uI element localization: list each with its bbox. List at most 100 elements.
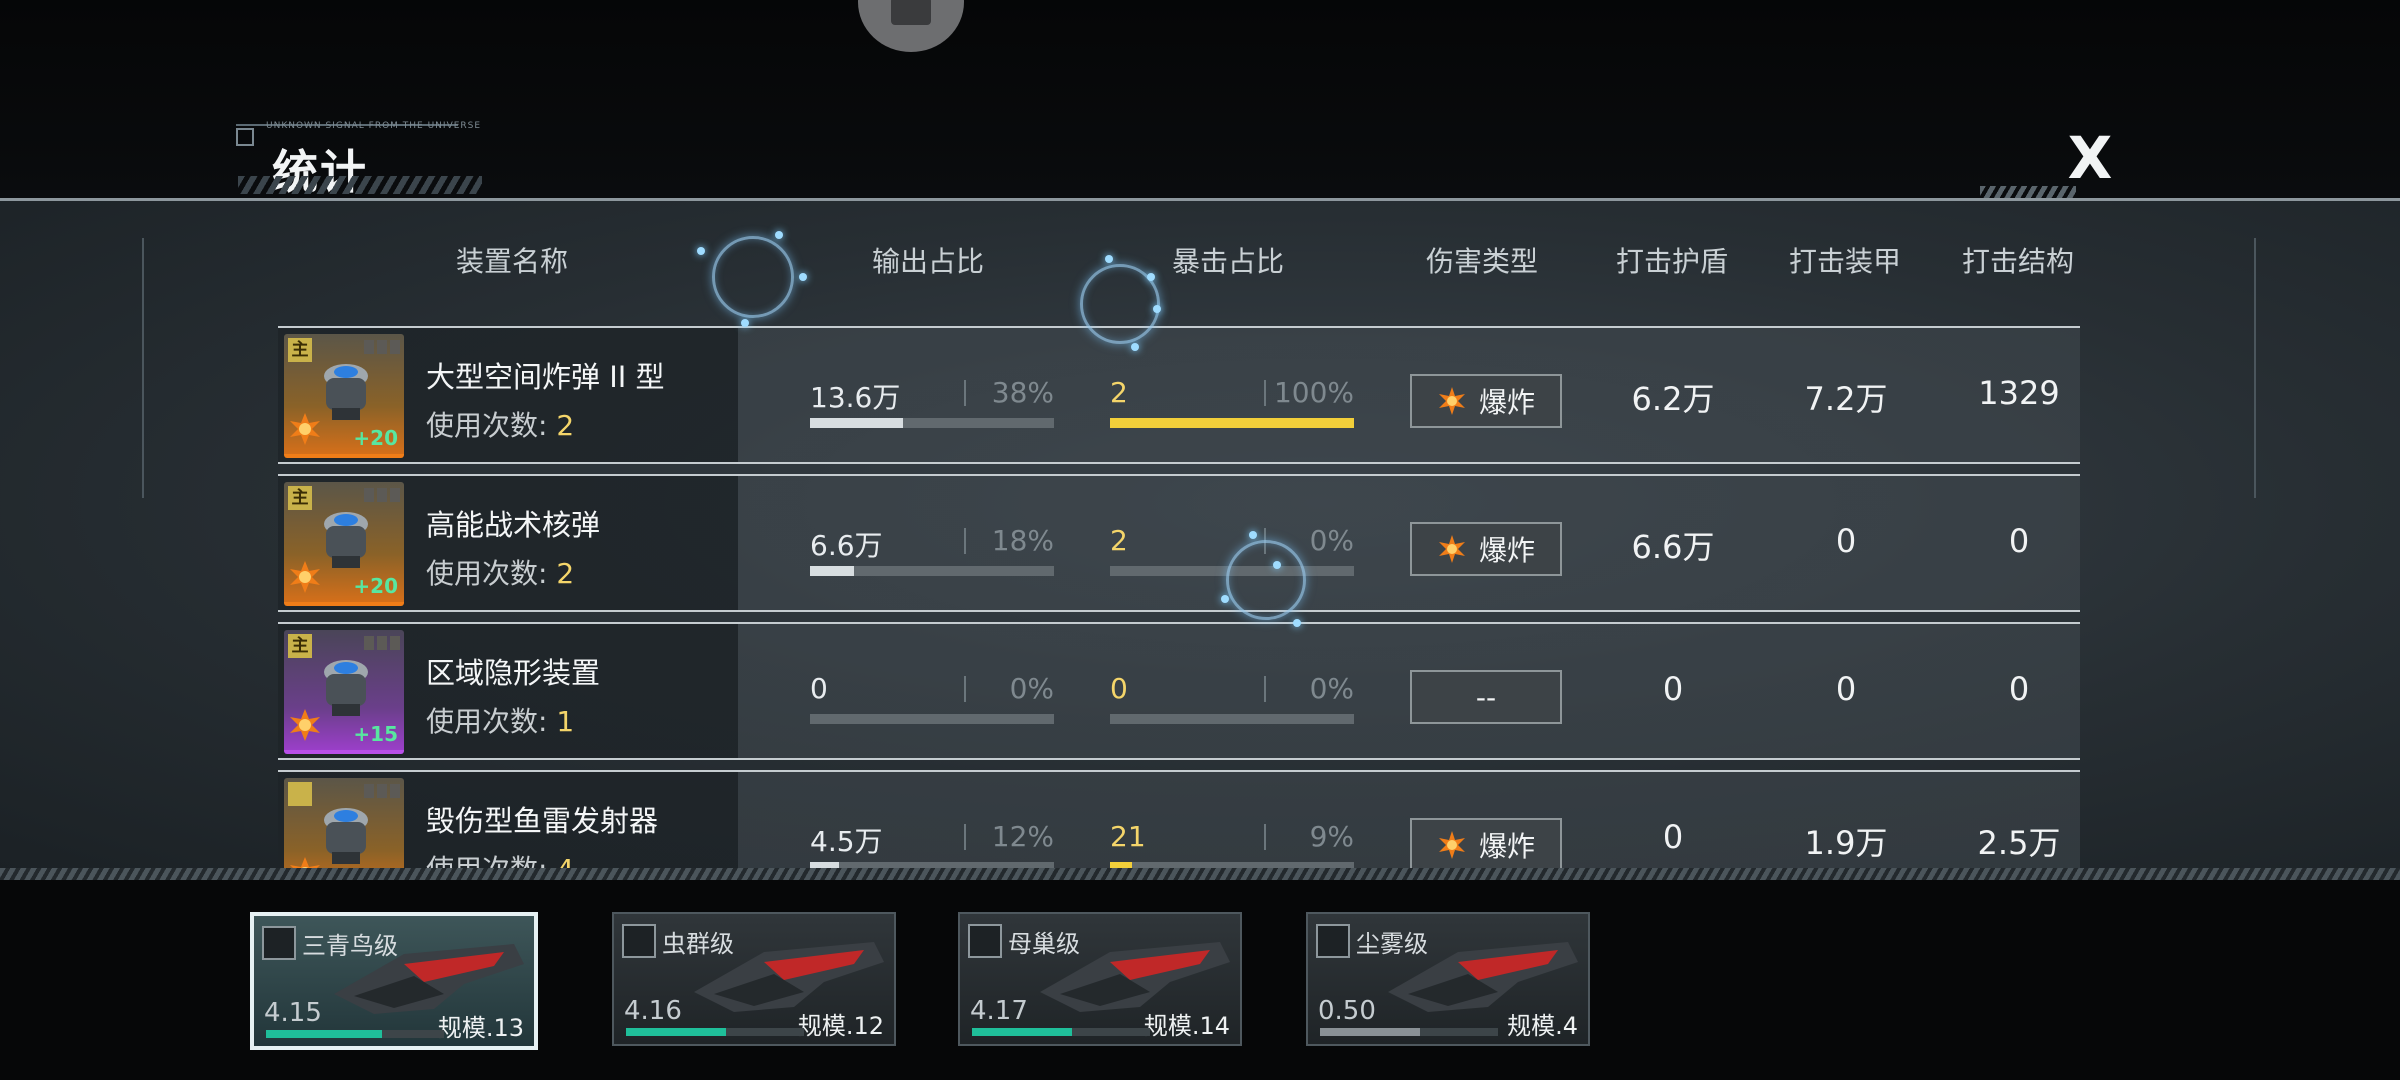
output-bar <box>810 714 1054 724</box>
ship-class: 母巢级 <box>1008 930 1080 958</box>
shield-damage: 6.6万 <box>1631 528 1715 566</box>
title-stripe <box>238 176 482 194</box>
use-count: 使用次数: 2 <box>426 552 574 592</box>
explosion-icon <box>290 857 320 868</box>
divider <box>1264 676 1266 702</box>
ship-card[interactable]: 母巢级 4.17 规模.14 <box>958 912 1242 1046</box>
crit-ratio: 21 9% <box>1110 820 1354 868</box>
armor-damage: 0 <box>1835 670 1857 708</box>
divider <box>1264 380 1266 406</box>
use-count-label: 使用次数: <box>426 409 557 442</box>
crosshair-icon <box>1316 924 1350 958</box>
output-value: 0 <box>810 672 828 705</box>
crit-percent: 0% <box>1309 524 1354 557</box>
ship-progress-fill <box>972 1028 1072 1036</box>
ship-progress-fill <box>626 1028 726 1036</box>
output-ratio: 13.6万 38% <box>810 376 1054 436</box>
use-count: 使用次数: 2 <box>426 404 574 444</box>
main-slot-badge: 主 <box>288 634 312 658</box>
use-count-value: 2 <box>556 409 575 442</box>
output-percent: 38% <box>991 376 1054 409</box>
output-bar <box>810 418 1054 428</box>
column-header-armor: 打击装甲 <box>1788 245 1901 278</box>
ship-value: 4.16 <box>624 996 682 1026</box>
output-value: 6.6万 <box>810 529 883 562</box>
crit-value: 2 <box>1110 524 1128 557</box>
equipment-art <box>324 512 368 568</box>
output-bar-fill <box>810 566 854 576</box>
ship-card[interactable]: 虫群级 4.16 规模.12 <box>612 912 896 1046</box>
main-slot-badge: 主 <box>288 486 312 510</box>
crit-percent: 0% <box>1309 672 1354 705</box>
top-bar: UNKNOWN SIGNAL FROM THE UNIVERSE 统计 X <box>0 0 2400 199</box>
ship-card[interactable]: 尘雾级 0.50 规模.4 <box>1306 912 1590 1046</box>
output-percent: 18% <box>991 524 1054 557</box>
column-header-shield: 打击护盾 <box>1615 245 1728 278</box>
damage-type-label: 爆炸 <box>1478 386 1535 419</box>
damage-type-badge: -- <box>1410 670 1562 724</box>
use-count-label: 使用次数: <box>426 557 557 590</box>
slot-grid-icon <box>364 784 400 798</box>
crit-percent: 9% <box>1309 820 1354 853</box>
column-header-name: 装置名称 <box>455 245 568 278</box>
crit-bar-fill <box>1110 418 1354 428</box>
ship-value: 0.50 <box>1318 996 1376 1026</box>
equipment-name: 高能战术核弹 <box>426 508 601 542</box>
ship-scale: 规模.13 <box>437 1014 524 1042</box>
shield-icon <box>968 924 1002 958</box>
shield-damage: 0 <box>1662 670 1684 708</box>
upgrade-level: +15 <box>353 722 398 746</box>
column-header-structure: 打击结构 <box>1961 245 2074 278</box>
table-row[interactable]: 主 +20 大型空间炸弹 II 型 使用次数: 2 13.6万 38% 2 10… <box>278 326 2080 464</box>
ship-class: 虫群级 <box>662 930 734 958</box>
crit-value: 2 <box>1110 376 1128 409</box>
close-button[interactable]: X <box>2060 124 2120 192</box>
explosion-icon <box>290 709 320 741</box>
divider <box>964 676 966 702</box>
use-count-value: 1 <box>556 705 575 738</box>
upgrade-level: +20 <box>353 574 398 598</box>
camera-button[interactable] <box>858 0 964 52</box>
ship-class: 尘雾级 <box>1356 930 1428 958</box>
use-count: 使用次数: 1 <box>426 700 574 740</box>
ship-scale: 规模.12 <box>797 1012 884 1040</box>
ship-scale: 规模.14 <box>1143 1012 1230 1040</box>
main-slot-badge <box>288 782 312 806</box>
output-bar <box>810 566 1054 576</box>
crit-bar <box>1110 418 1354 428</box>
flame-icon <box>262 926 296 960</box>
equipment-icon: 主 +15 <box>284 630 404 754</box>
column-header-output: 输出占比 <box>871 245 984 278</box>
table-row[interactable]: 毁伤型鱼雷发射器 使用次数: 4 4.5万 12% 21 9% 爆炸 0 1.9… <box>278 770 2080 868</box>
ship-progress-bar <box>626 1028 804 1036</box>
structure-damage: 0 <box>2008 670 2030 708</box>
structure-damage: 0 <box>2008 522 2030 560</box>
crit-value: 0 <box>1110 672 1128 705</box>
table-row[interactable]: 主 +20 高能战术核弹 使用次数: 2 6.6万 18% 2 0% 爆炸 6.… <box>278 474 2080 612</box>
equipment-icon <box>284 778 404 868</box>
close-stripe <box>1980 186 2076 198</box>
divider <box>1264 824 1266 850</box>
use-count-value: 4 <box>556 853 574 868</box>
use-count-value: 2 <box>556 557 575 590</box>
armor-damage: 1.9万 <box>1804 824 1888 862</box>
equipment-art <box>324 364 368 420</box>
damage-type-badge: 爆炸 <box>1410 374 1562 428</box>
equipment-art <box>324 808 368 864</box>
table-row[interactable]: 主 +15 区域隐形装置 使用次数: 1 0 0% 0 0% -- 0 0 0 <box>278 622 2080 760</box>
ship-progress-fill <box>266 1030 382 1038</box>
output-value: 13.6万 <box>810 381 901 414</box>
ship-progress-bar <box>972 1028 1150 1036</box>
ship-card[interactable]: 三青鸟级 4.15 规模.13 <box>250 912 538 1050</box>
bottom-stripe <box>0 868 2400 880</box>
equipment-list[interactable]: 主 +20 大型空间炸弹 II 型 使用次数: 2 13.6万 38% 2 10… <box>0 318 2400 868</box>
use-count: 使用次数: 4 <box>426 848 574 868</box>
equipment-icon: 主 +20 <box>284 482 404 606</box>
damage-type-label: 爆炸 <box>1478 830 1535 863</box>
equipment-icon: 主 +20 <box>284 334 404 458</box>
ship-progress-bar <box>1320 1028 1498 1036</box>
use-count-label: 使用次数: <box>426 705 557 738</box>
crit-ratio: 2 100% <box>1110 376 1354 436</box>
ship-value: 4.17 <box>970 996 1028 1026</box>
equipment-name: 毁伤型鱼雷发射器 <box>426 804 659 838</box>
